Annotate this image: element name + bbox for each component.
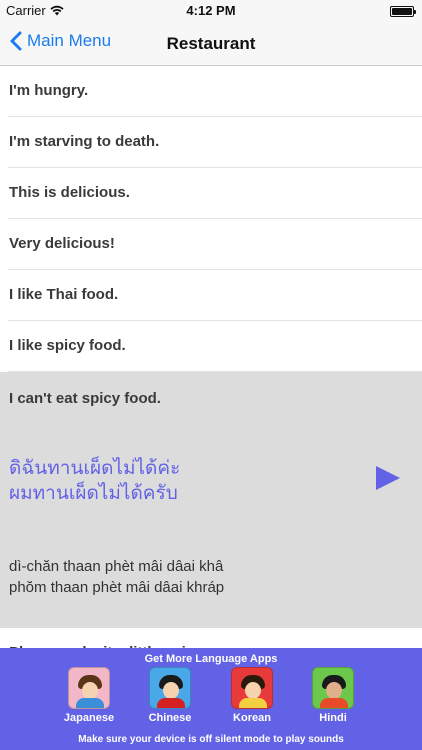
hindi-app-link[interactable]: Hindi xyxy=(293,667,373,724)
banner-footer-note: Make sure your device is off silent mode… xyxy=(78,734,344,745)
korean-app-icon xyxy=(231,667,273,709)
app-label: Chinese xyxy=(148,712,192,724)
chinese-app-icon xyxy=(149,667,191,709)
status-time: 4:12 PM xyxy=(186,3,236,18)
thai-line-male: ผมทานเผ็ดไม่ได้ครับ xyxy=(9,482,178,504)
app-label: Korean xyxy=(233,712,271,724)
status-bar: Carrier 4:12 PM xyxy=(0,0,422,22)
hindi-app-icon xyxy=(312,667,354,709)
play-button[interactable] xyxy=(374,464,402,497)
phrase-row[interactable]: I'm starving to death. xyxy=(0,117,422,168)
phrase-row[interactable]: Very delicious! xyxy=(0,219,422,270)
more-apps-banner: Get More Language Apps Japanese Chinese xyxy=(0,648,422,750)
phrase-row[interactable]: I like spicy food. xyxy=(0,321,422,372)
romanized-translation: dì-chăn thaan phèt mâi dâai khâ phŏm tha… xyxy=(9,556,224,598)
thai-translation: ดิฉันทานเผ็ดไม่ได้ค่ะ ผมทานเผ็ดไม่ได้ครั… xyxy=(9,456,180,506)
back-button-label: Main Menu xyxy=(27,31,112,50)
korean-app-link[interactable]: Korean xyxy=(212,667,292,724)
japanese-app-icon xyxy=(68,667,110,709)
play-icon xyxy=(376,466,400,490)
japanese-app-link[interactable]: Japanese xyxy=(49,667,129,724)
app-label: Hindi xyxy=(319,712,347,724)
phrase-text: I like Thai food. xyxy=(9,286,119,303)
phrase-text: I'm starving to death. xyxy=(9,133,160,150)
phrase-text: This is delicious. xyxy=(9,184,130,201)
back-button[interactable]: Main Menu xyxy=(10,31,111,51)
phrase-text: I'm hungry. xyxy=(9,82,89,99)
phrase-text: Very delicious! xyxy=(9,235,115,252)
thai-line-female: ดิฉันทานเผ็ดไม่ได้ค่ะ xyxy=(9,457,181,479)
phrase-row[interactable]: I like Thai food. xyxy=(0,270,422,321)
phrase-text: I like spicy food. xyxy=(9,337,126,354)
app-list: Japanese Chinese Korean Hindi xyxy=(0,667,422,729)
expanded-phrase-row[interactable]: I can't eat spicy food. ดิฉันทานเผ็ดไม่ไ… xyxy=(0,372,422,628)
banner-title: Get More Language Apps xyxy=(144,653,278,665)
chinese-app-link[interactable]: Chinese xyxy=(130,667,210,724)
chevron-left-icon xyxy=(10,31,22,51)
romanized-line-male: phŏm thaan phèt mâi dâai khráp xyxy=(9,579,225,596)
battery-icon xyxy=(390,6,416,17)
phrase-list: I'm hungry. I'm starving to death. This … xyxy=(0,66,422,658)
phrase-row[interactable]: I'm hungry. xyxy=(0,66,422,117)
phrase-text: I can't eat spicy food. xyxy=(9,390,161,407)
phrase-row[interactable]: This is delicious. xyxy=(0,168,422,219)
app-label: Japanese xyxy=(63,712,115,724)
romanized-line-female: dì-chăn thaan phèt mâi dâai khâ xyxy=(9,558,224,575)
navigation-bar: Main Menu Restaurant xyxy=(0,22,422,66)
